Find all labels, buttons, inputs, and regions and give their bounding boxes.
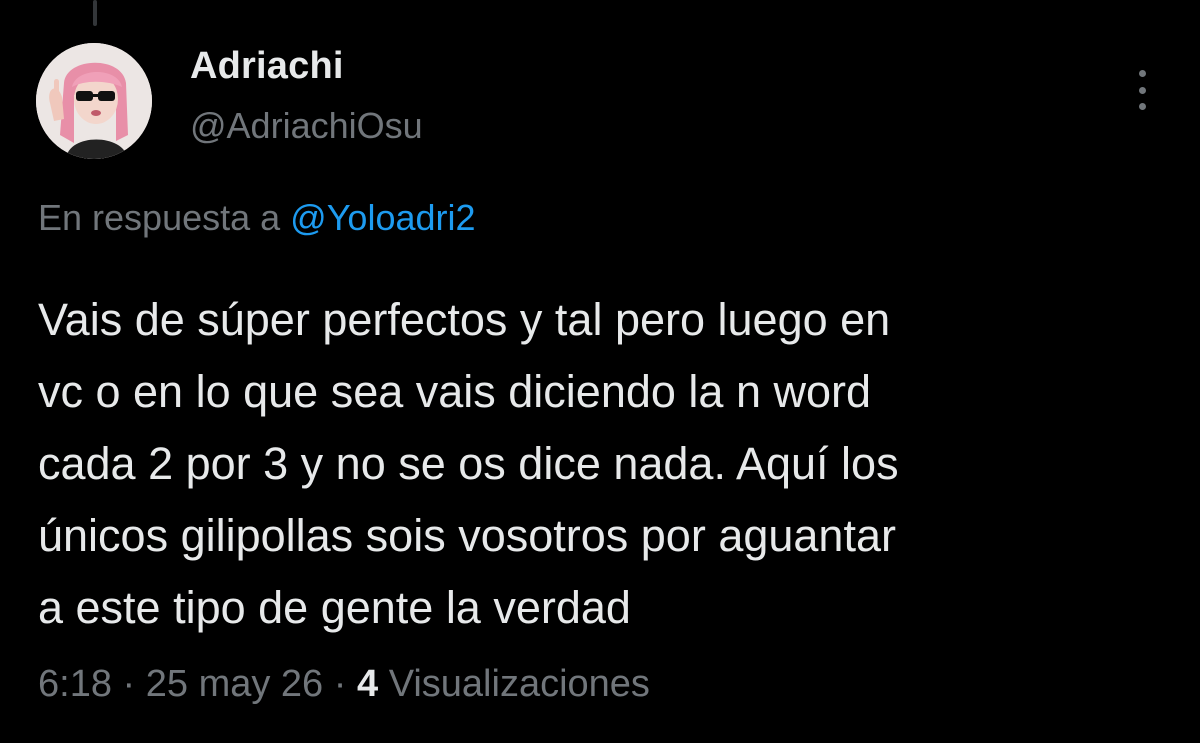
meta-separator: · [333, 663, 347, 705]
more-options-button[interactable] [1124, 64, 1160, 116]
author-display-name[interactable]: Adriachi [190, 45, 344, 88]
more-vertical-icon [1138, 70, 1146, 77]
reply-mention-link[interactable]: @Yoloadri2 [290, 197, 475, 238]
more-vertical-icon-dot [1138, 86, 1146, 94]
tweet-text-line: únicos gilipollas sois vosotros por agua… [38, 510, 896, 561]
tweet-text-line: a este tipo de gente la verdad [38, 582, 631, 633]
tweet-text-line: cada 2 por 3 y no se os dice nada. Aquí … [38, 438, 899, 489]
tweet-time[interactable]: 6:18 [38, 663, 112, 705]
reply-prefix: En respuesta a [38, 197, 281, 238]
tweet-meta: 6:18 · 25 may 26 · 4 Visualizaciones [38, 663, 650, 706]
views-count[interactable]: 4 [357, 663, 378, 705]
avatar-image [36, 43, 152, 159]
tweet-text-line: Vais de súper perfectos y tal pero luego… [38, 294, 891, 345]
views-label[interactable]: Visualizaciones [389, 663, 650, 705]
more-vertical-icon-dot [1138, 103, 1146, 110]
tweet-date[interactable]: 25 may 26 [146, 663, 323, 705]
tweet-text: Vais de súper perfectos y tal pero luego… [38, 284, 1158, 644]
tweet-text-line: vc o en lo que sea vais diciendo la n wo… [38, 366, 872, 417]
avatar[interactable] [36, 43, 152, 159]
reply-context: En respuesta a @Yoloadri2 [38, 197, 476, 239]
meta-separator: · [122, 663, 136, 705]
author-handle[interactable]: @AdriachiOsu [190, 105, 423, 147]
thread-connector-line [93, 0, 97, 26]
